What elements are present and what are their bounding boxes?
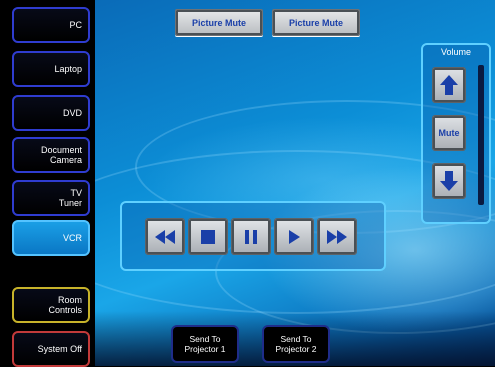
source-button-document-camera[interactable]: Document Camera — [12, 137, 90, 173]
volume-down-icon — [440, 171, 458, 191]
transport-panel — [120, 201, 386, 271]
mute-button[interactable]: Mute — [432, 115, 466, 151]
source-button-laptop[interactable]: Laptop — [12, 51, 90, 87]
send-to-projector-2-button[interactable]: Send To Projector 2 — [262, 325, 330, 363]
rewind-button[interactable] — [145, 218, 185, 255]
source-button-vcr[interactable]: VCR — [12, 220, 90, 256]
room-controls-button[interactable]: Room Controls — [12, 287, 90, 323]
rewind-icon — [155, 229, 175, 244]
volume-panel: Volume Mute — [421, 43, 491, 224]
source-button-pc[interactable]: PC — [12, 7, 90, 43]
picture-mute-button-2[interactable]: Picture Mute — [272, 9, 360, 36]
fast-forward-icon — [327, 229, 347, 244]
volume-level-bar — [478, 65, 484, 205]
volume-title: Volume — [440, 47, 472, 57]
system-off-button[interactable]: System Off — [12, 331, 90, 367]
play-button[interactable] — [274, 218, 314, 255]
volume-down-button[interactable] — [432, 163, 466, 199]
picture-mute-button-1[interactable]: Picture Mute — [175, 9, 263, 36]
send-to-projector-1-button[interactable]: Send To Projector 1 — [171, 325, 239, 363]
fast-forward-button[interactable] — [317, 218, 357, 255]
source-button-tv-tuner[interactable]: TV Tuner — [12, 180, 90, 216]
pause-button[interactable] — [231, 218, 271, 255]
play-icon — [289, 229, 300, 244]
source-sidebar: PC Laptop DVD Document Camera TV Tuner V… — [0, 0, 95, 367]
volume-up-icon — [440, 75, 458, 95]
source-button-dvd[interactable]: DVD — [12, 95, 90, 131]
stop-button[interactable] — [188, 218, 228, 255]
pause-icon — [245, 229, 257, 244]
stop-icon — [201, 229, 215, 244]
volume-up-button[interactable] — [432, 67, 466, 103]
